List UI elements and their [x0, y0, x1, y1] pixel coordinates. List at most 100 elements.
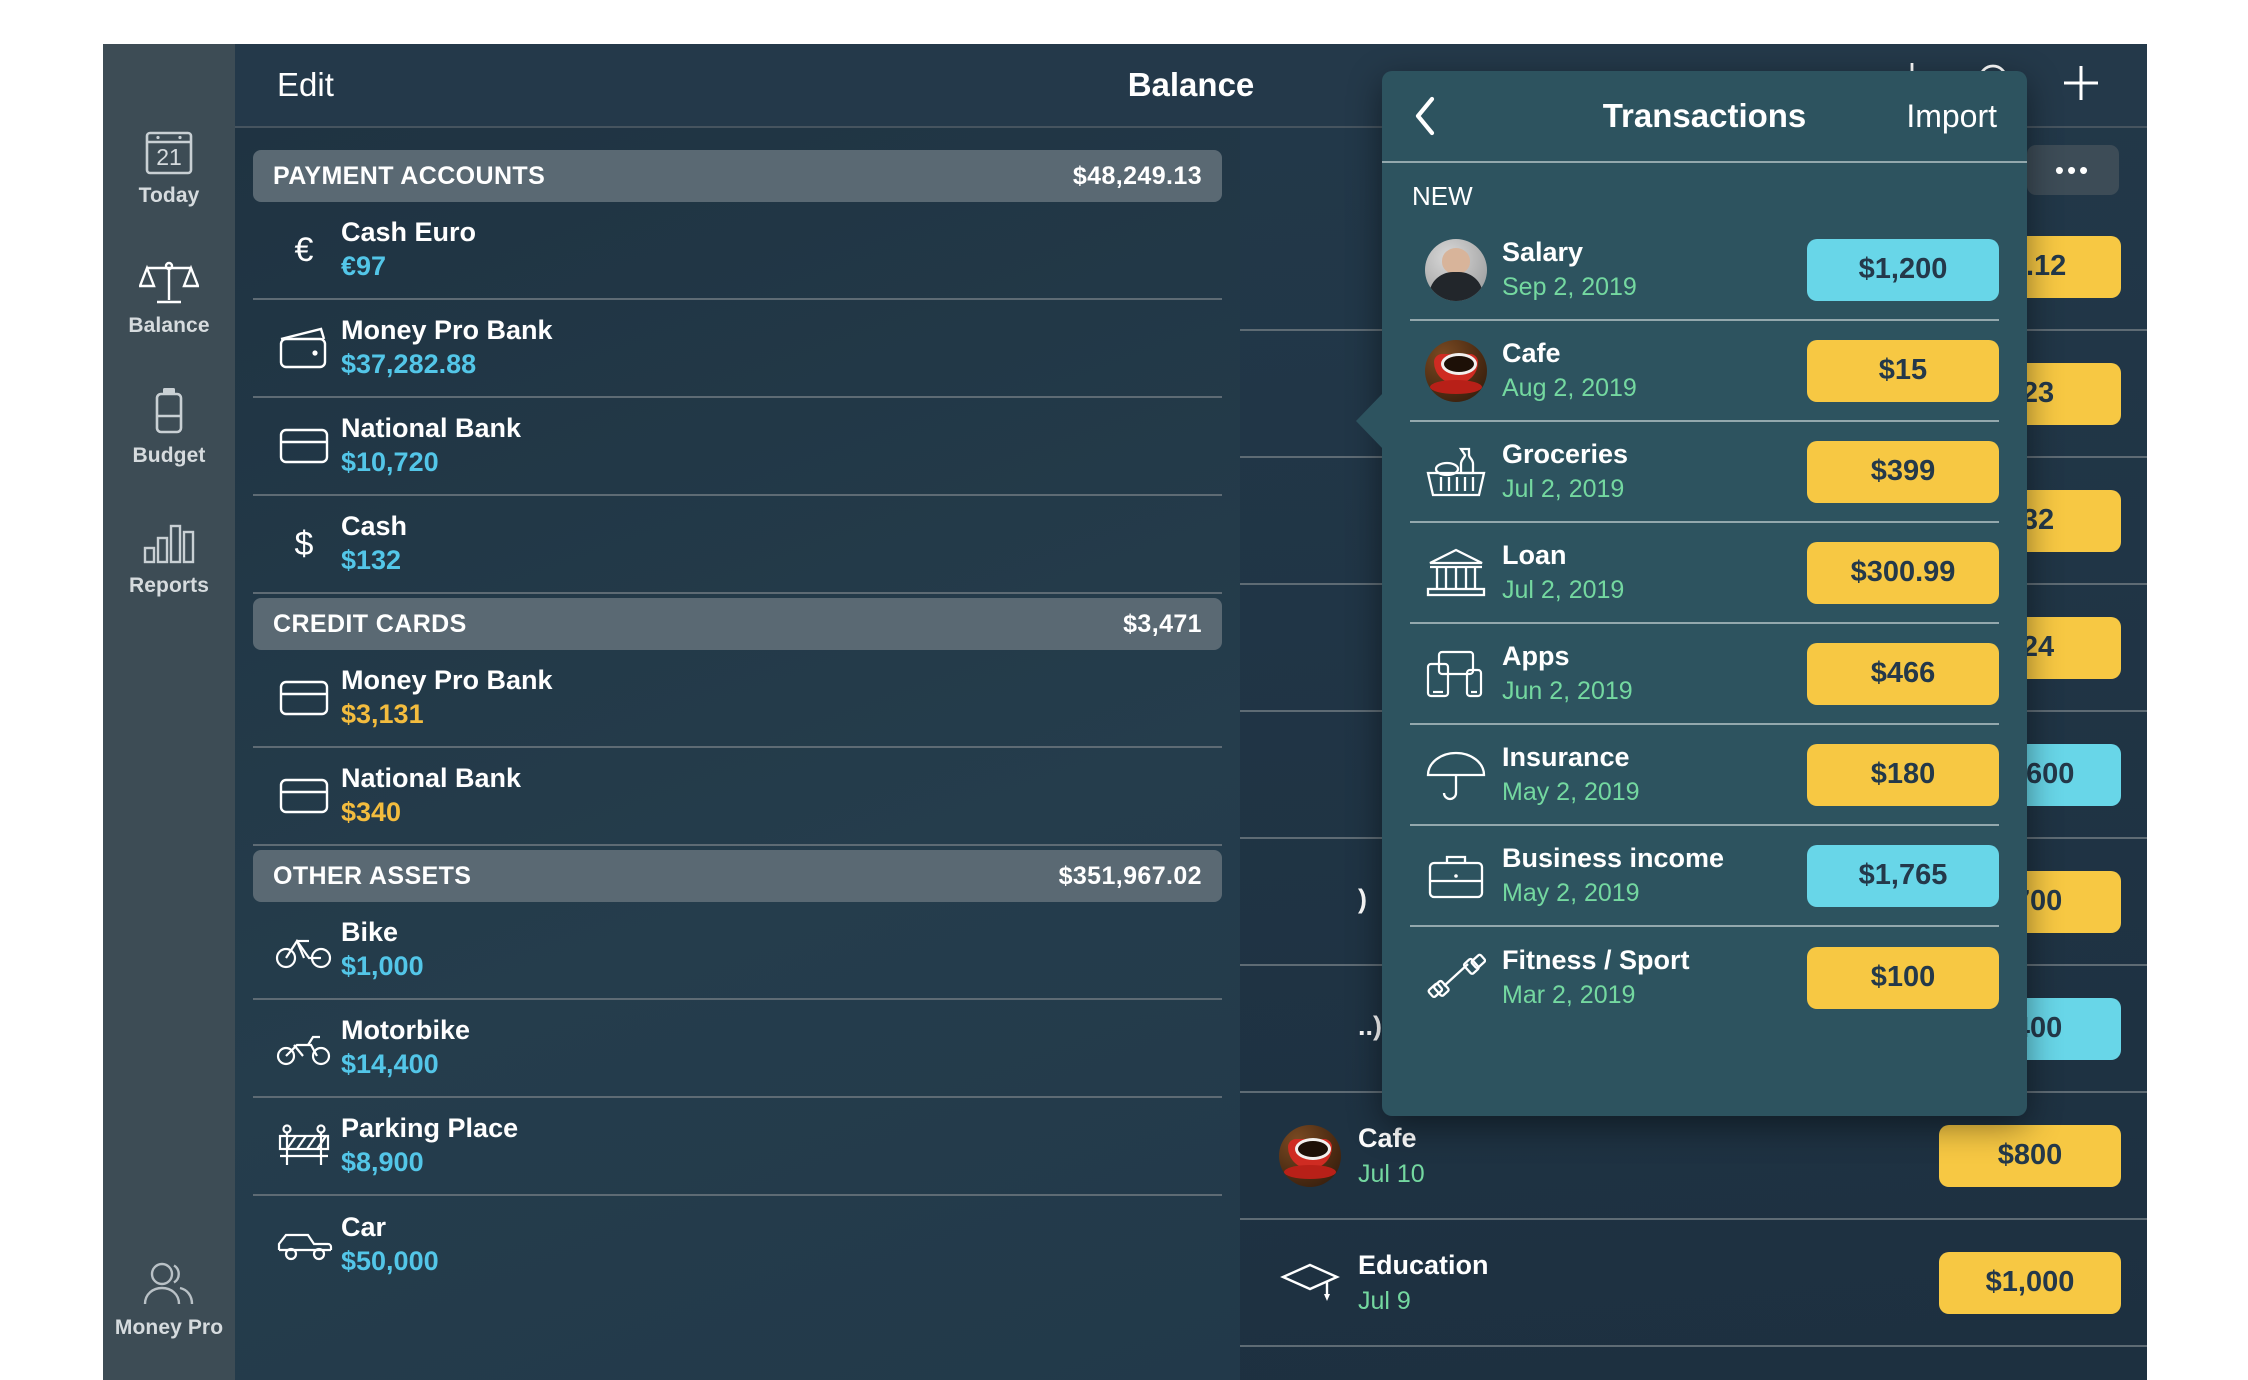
popup-transaction-row[interactable]: Business income May 2, 2019 $1,765 [1410, 826, 1999, 927]
popup-transaction-amount[interactable]: $100 [1807, 946, 1999, 1009]
chevron-left-icon[interactable] [1412, 95, 1438, 137]
bar-chart-icon [103, 518, 235, 565]
wallet-icon [267, 325, 341, 371]
scales-icon [103, 258, 235, 305]
popup-transaction-row[interactable]: Groceries Jul 2, 2019 $399 [1410, 422, 1999, 523]
account-amount: $10,720 [341, 447, 439, 478]
transaction-date: Jul 9 [1358, 1287, 1411, 1316]
bicycle-icon [267, 931, 341, 969]
section-title: OTHER ASSETS [273, 861, 472, 890]
popup-section-label: NEW [1412, 181, 1473, 211]
popup-transaction-amount[interactable]: $1,200 [1807, 238, 1999, 301]
person-photo-icon [1410, 238, 1502, 301]
coffee-photo-icon [1262, 1124, 1358, 1187]
popup-transaction-amount[interactable]: $300.99 [1807, 541, 1999, 604]
account-amount: $3,131 [341, 699, 424, 730]
transaction-name: ..) [1358, 1010, 1382, 1041]
sidebar-item-money-pro[interactable]: Money Pro [103, 1260, 235, 1340]
transactions-popup: Transactions Import NEW Salary Sep 2, 20… [1356, 71, 2027, 1116]
users-icon [103, 1260, 235, 1307]
sidebar: 21 Today Balance Budget Reports Money Pr… [103, 44, 235, 1380]
popup-transaction-row[interactable]: Salary Sep 2, 2019 $1,200 [1410, 220, 1999, 321]
section-header-other-assets[interactable]: OTHER ASSETS $351,967.02 [253, 850, 1222, 902]
popup-transaction-row[interactable]: Fitness / Sport Mar 2, 2019 $100 [1410, 927, 1999, 1028]
account-amount: $14,400 [341, 1049, 439, 1080]
more-options-button[interactable]: ••• [2027, 145, 2119, 195]
popup-transaction-row[interactable]: Loan Jul 2, 2019 $300.99 [1410, 523, 1999, 624]
basket-icon [1410, 445, 1502, 499]
account-name: Parking Place [341, 1112, 519, 1143]
sidebar-item-label: Today [138, 184, 200, 207]
credit-card-icon [267, 426, 341, 466]
popup-transaction-date: Aug 2, 2019 [1502, 374, 1637, 403]
sidebar-item-budget[interactable]: Budget [103, 377, 235, 481]
popup-transaction-date: Jul 2, 2019 [1502, 475, 1625, 504]
transaction-amount[interactable]: $800 [1939, 1124, 2121, 1187]
popup-transaction-date: Jun 2, 2019 [1502, 677, 1633, 706]
account-row[interactable]: Parking Place $8,900 [253, 1098, 1222, 1196]
sidebar-item-label: Balance [128, 314, 210, 337]
popup-transaction-name: Fitness / Sport [1502, 944, 1690, 975]
transaction-amount[interactable]: $1,000 [1939, 1251, 2121, 1314]
popup-transaction-name: Cafe [1502, 337, 1561, 368]
euro-currency-icon: € [294, 230, 314, 269]
add-icon[interactable] [2059, 61, 2103, 110]
transaction-name: Cafe [1358, 1122, 1417, 1153]
popup-transaction-amount[interactable]: $1,765 [1807, 844, 1999, 907]
edit-button[interactable]: Edit [277, 66, 334, 104]
section-title: PAYMENT ACCOUNTS [273, 161, 546, 190]
sidebar-item-balance[interactable]: Balance [103, 247, 235, 351]
sidebar-item-label: Budget [132, 444, 206, 467]
calendar-day-number: 21 [156, 144, 182, 170]
calendar-icon: 21 [103, 128, 235, 175]
account-name: National Bank [341, 412, 522, 443]
popup-transaction-name: Salary [1502, 236, 1584, 267]
sidebar-footer-label: Money Pro [114, 1316, 224, 1339]
transaction-name: Education [1358, 1249, 1489, 1280]
account-row[interactable]: € Cash Euro €97 [253, 202, 1222, 300]
section-header-credit-cards[interactable]: CREDIT CARDS $3,471 [253, 598, 1222, 650]
transaction-row[interactable]: Education Jul 9 $1,000 [1240, 1220, 2147, 1347]
popup-transaction-amount[interactable]: $180 [1807, 743, 1999, 806]
sidebar-item-today[interactable]: 21 Today [103, 117, 235, 221]
account-row[interactable]: National Bank $340 [253, 748, 1222, 846]
account-row[interactable]: National Bank $10,720 [253, 398, 1222, 496]
barrier-icon [267, 1123, 341, 1169]
account-name: Cash [341, 510, 408, 541]
account-row[interactable]: Bike $1,000 [253, 902, 1222, 1000]
coffee-photo-icon [1410, 339, 1502, 402]
transaction-date: Jul 10 [1358, 1160, 1425, 1189]
car-icon [267, 1228, 341, 1262]
devices-icon [1410, 648, 1502, 700]
app-window: 21 Today Balance Budget Reports Money Pr… [103, 44, 2147, 1380]
account-row[interactable]: $ Cash $132 [253, 496, 1222, 594]
popup-transaction-row[interactable]: Cafe Aug 2, 2019 $15 [1410, 321, 1999, 422]
dumbbell-icon [1410, 952, 1502, 1004]
bank-icon [1410, 547, 1502, 599]
popup-transaction-amount[interactable]: $466 [1807, 642, 1999, 705]
account-name: Money Pro Bank [341, 314, 553, 345]
account-amount: $1,000 [341, 951, 424, 982]
motorbike-icon [267, 1029, 341, 1067]
popup-pointer [1356, 393, 1383, 449]
account-amount: $50,000 [341, 1246, 439, 1277]
popup-transaction-date: Mar 2, 2019 [1502, 981, 1636, 1010]
account-row[interactable]: Money Pro Bank $3,131 [253, 650, 1222, 748]
popup-transaction-name: Apps [1502, 640, 1570, 671]
popup-transaction-amount[interactable]: $399 [1807, 440, 1999, 503]
graduation-cap-icon [1262, 1260, 1358, 1306]
section-header-payment-accounts[interactable]: PAYMENT ACCOUNTS $48,249.13 [253, 150, 1222, 202]
sidebar-item-reports[interactable]: Reports [103, 507, 235, 611]
credit-card-icon [267, 678, 341, 718]
account-row[interactable]: Money Pro Bank $37,282.88 [253, 300, 1222, 398]
account-row[interactable]: Car $50,000 [253, 1196, 1222, 1294]
popup-transaction-row[interactable]: Insurance May 2, 2019 $180 [1410, 725, 1999, 826]
section-total: $3,471 [1123, 609, 1202, 638]
account-row[interactable]: Motorbike $14,400 [253, 1000, 1222, 1098]
import-button[interactable]: Import [1906, 98, 1997, 135]
dollar-currency-icon: $ [294, 524, 314, 563]
popup-transaction-name: Insurance [1502, 741, 1630, 772]
popup-transaction-row[interactable]: Apps Jun 2, 2019 $466 [1410, 624, 1999, 725]
battery-icon [103, 387, 235, 435]
popup-transaction-amount[interactable]: $15 [1807, 339, 1999, 402]
